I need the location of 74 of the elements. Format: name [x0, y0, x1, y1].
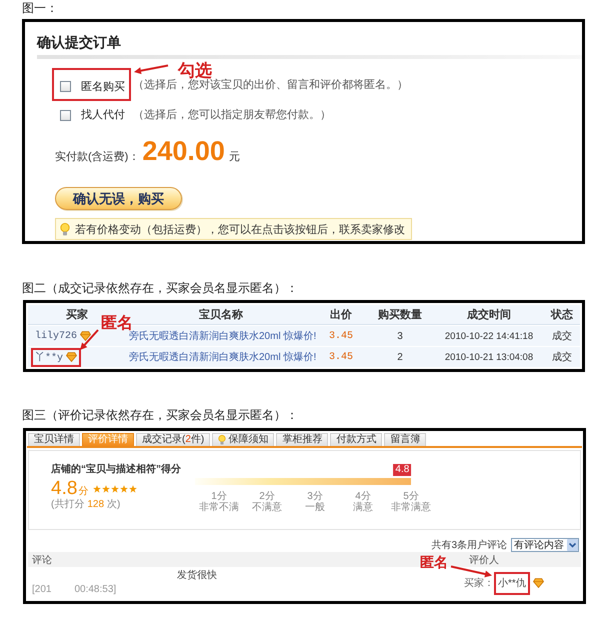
tab[interactable]: 保障须知 — [212, 433, 274, 446]
annotation-arrow — [133, 64, 169, 75]
annotation-label: 勾选 — [178, 62, 212, 79]
scale-label: 一般 — [305, 502, 325, 513]
scale-label: 满意 — [353, 502, 373, 513]
option-hint: （选择后，您对该宝贝的出价、留言和评价都将匿名。） — [133, 78, 408, 92]
total-amount: 240.00 — [142, 136, 225, 166]
reviewer-link[interactable]: 小**仇 — [498, 576, 526, 590]
tab[interactable]: 留言簿 — [384, 433, 426, 446]
caret-icon — [567, 538, 578, 550]
price-text: 3.45 — [328, 352, 353, 362]
scale-score: 1分 — [211, 491, 227, 502]
currency-label: 元 — [228, 150, 240, 164]
scale-score: 3分 — [307, 491, 323, 502]
status-text: 成交 — [552, 330, 572, 343]
checkbox[interactable] — [60, 81, 71, 92]
buyer-link[interactable]: lily726 — [35, 330, 78, 342]
scale-label: 不满意 — [252, 502, 282, 513]
item-link[interactable]: 旁氏无暇透白清新润白爽肤水20ml 惊爆价! — [129, 329, 316, 343]
quantity-text: 2 — [397, 352, 403, 362]
average-score: 4.8 — [51, 479, 78, 499]
confirm-purchase-button[interactable]: 确认无误，购买 — [55, 187, 182, 210]
figure-caption: 图一： — [22, 0, 58, 16]
score-marker: 4.8 — [393, 464, 412, 476]
tab[interactable]: 成交记录(2件) — [136, 433, 210, 446]
column-header: 宝贝名称 — [199, 308, 243, 322]
figure-caption: 图三（评价记录依然存在，买家会员名显示匿名）： — [22, 407, 298, 423]
buyer-link[interactable]: 丫**y — [35, 350, 64, 364]
scale-score: 2分 — [259, 491, 275, 502]
column-header: 评论 — [32, 554, 52, 566]
tab[interactable]: 付款方式 — [330, 433, 382, 446]
score-unit: 分 — [78, 485, 88, 498]
item-link[interactable]: 旁氏无暇透白清新润白爽肤水20ml 惊爆价! — [129, 350, 316, 364]
column-header: 购买数量 — [378, 308, 422, 322]
total-label: 实付款(含运费)： — [55, 150, 140, 164]
gem-icon — [66, 352, 78, 362]
scale-score: 4分 — [355, 491, 371, 502]
gem-icon — [80, 331, 92, 341]
figure-caption: 图二（成交记录依然存在，买家会员名显示匿名）： — [22, 280, 298, 296]
deal-time: 2010-10-22 14:41:18 — [444, 330, 534, 342]
comment-date: [201 — [32, 584, 52, 596]
comment-total: 共有3条用户评论 — [431, 538, 507, 552]
option-hint: （选择后，您可以指定朋友帮您付款。） — [133, 108, 331, 122]
column-header: 出价 — [330, 308, 352, 322]
filter-dropdown[interactable]: 有评论内容 — [511, 538, 579, 552]
reviewer-label: 买家： — [464, 576, 494, 590]
scale-score: 5分 — [403, 491, 419, 502]
deal-time: 2010-10-21 13:04:08 — [444, 352, 534, 362]
annotation-arrow — [450, 565, 494, 578]
option-label[interactable]: 找人代付 — [81, 108, 125, 122]
scale-label: 非常满意 — [391, 502, 431, 513]
column-header: 成交时间 — [467, 308, 511, 322]
price-text: 3.45 — [328, 330, 353, 342]
annotation-label: 匿名 — [420, 557, 448, 571]
column-header: 状态 — [551, 308, 573, 322]
column-header: 买家 — [66, 308, 88, 322]
scale-label: 非常不满 — [199, 502, 239, 513]
lightbulb-icon — [218, 435, 226, 445]
comment-text: 发货很快 — [177, 570, 217, 582]
rating-count: (共打分 128 次) — [51, 499, 120, 511]
comment-time: 00:48:53] — [74, 584, 116, 596]
tab[interactable]: 掌柜推荐 — [276, 433, 328, 446]
tab[interactable]: 宝贝详情 — [28, 433, 80, 446]
gem-icon — [532, 578, 544, 588]
column-header: 评价人 — [469, 554, 499, 566]
checkbox[interactable] — [60, 110, 71, 120]
annotation-label: 匿名 — [101, 316, 133, 332]
tip-text: 若有价格变动（包括运费），您可以在点击该按钮后，联系卖家修改 — [75, 222, 405, 236]
option-label[interactable]: 匿名购买 — [81, 80, 125, 94]
quantity-text: 3 — [397, 330, 403, 342]
lightbulb-icon — [60, 222, 70, 236]
panel-title: 确认提交订单 — [37, 33, 121, 51]
rating-title: 店铺的“宝贝与描述相符”得分 — [51, 464, 181, 476]
status-text: 成交 — [552, 350, 572, 364]
